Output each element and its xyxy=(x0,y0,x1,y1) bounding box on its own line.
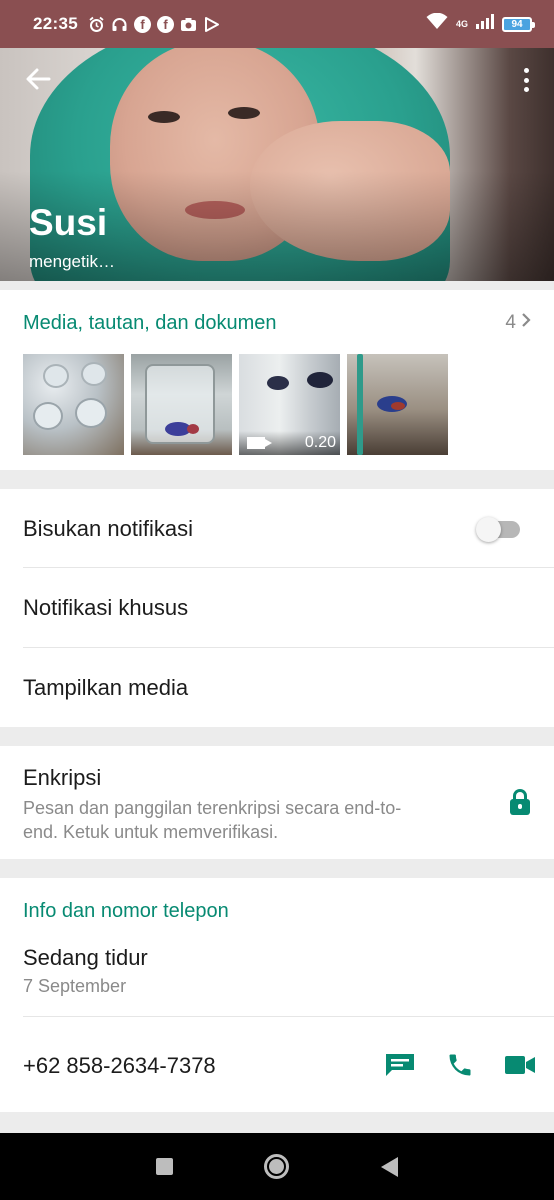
info-section: Info dan nomor telepon Sedang tidur 7 Se… xyxy=(0,878,554,1112)
facebook-icon: f xyxy=(156,15,174,33)
video-camera-icon xyxy=(247,437,265,449)
media-visibility-row[interactable]: Tampilkan media xyxy=(0,648,554,727)
custom-notifications-label: Notifikasi khusus xyxy=(23,595,189,620)
recents-button[interactable] xyxy=(155,1158,173,1175)
mute-notifications-row[interactable]: Bisukan notifikasi xyxy=(0,489,554,568)
media-section: Media, tautan, dan dokumen 4 0.20 xyxy=(0,290,554,470)
encryption-title: Enkripsi xyxy=(23,765,102,790)
camera-icon xyxy=(180,16,197,33)
info-title: Info dan nomor telepon xyxy=(23,900,229,922)
phone-number[interactable]: +62 858-2634-7378 xyxy=(23,1053,216,1079)
chevron-right-icon xyxy=(520,312,532,334)
phone-call-icon[interactable] xyxy=(444,1051,476,1079)
clock: 22:35 xyxy=(33,14,78,33)
home-button[interactable] xyxy=(264,1154,290,1179)
encryption-description: Pesan dan panggilan terenkripsi secara e… xyxy=(23,798,402,842)
video-call-icon[interactable] xyxy=(504,1051,536,1079)
alarm-icon xyxy=(88,16,105,33)
media-thumbnail[interactable] xyxy=(347,354,448,455)
facebook-icon: f xyxy=(133,15,151,33)
contact-name: Susi xyxy=(29,202,108,243)
system-navigation-bar xyxy=(0,1133,554,1200)
about-text[interactable]: Sedang tidur xyxy=(23,945,148,971)
battery-icon: 94 xyxy=(502,16,535,32)
media-count-link[interactable]: 4 xyxy=(505,312,532,334)
divider xyxy=(23,1016,554,1017)
media-thumbnail[interactable]: 0.20 xyxy=(239,354,340,455)
media-count: 4 xyxy=(505,312,516,333)
more-options-icon[interactable] xyxy=(522,65,530,95)
video-overlay: 0.20 xyxy=(239,431,340,455)
status-bar: 22:35 f f 4G 94 xyxy=(0,0,554,48)
about-date: 7 September xyxy=(23,976,127,996)
play-store-icon xyxy=(203,16,220,33)
signal-icon xyxy=(476,14,494,34)
message-icon[interactable] xyxy=(384,1051,416,1079)
back-arrow-icon[interactable] xyxy=(24,65,54,95)
media-thumbnails: 0.20 xyxy=(23,354,448,455)
custom-notifications-row[interactable]: Notifikasi khusus xyxy=(0,568,554,647)
notification-icons: f f xyxy=(88,15,220,33)
network-type: 4G xyxy=(455,19,468,29)
profile-photo-header[interactable]: Susi mengetik… xyxy=(0,41,554,281)
mute-toggle[interactable] xyxy=(476,517,522,542)
notification-settings: Bisukan notifikasi Notifikasi khusus Tam… xyxy=(0,489,554,727)
back-button[interactable] xyxy=(381,1156,399,1177)
video-duration: 0.20 xyxy=(304,434,336,451)
headset-icon xyxy=(111,16,128,33)
contact-status: mengetik… xyxy=(29,252,115,271)
encryption-section[interactable]: Enkripsi Pesan dan panggilan terenkripsi… xyxy=(0,746,554,859)
wifi-icon xyxy=(426,12,448,35)
contact-actions xyxy=(384,1051,536,1079)
lock-icon xyxy=(510,789,530,815)
mute-notifications-label: Bisukan notifikasi xyxy=(23,516,193,541)
media-thumbnail[interactable] xyxy=(23,354,124,455)
media-visibility-label: Tampilkan media xyxy=(23,675,189,700)
media-title[interactable]: Media, tautan, dan dokumen xyxy=(23,312,277,335)
media-thumbnail[interactable] xyxy=(131,354,232,455)
